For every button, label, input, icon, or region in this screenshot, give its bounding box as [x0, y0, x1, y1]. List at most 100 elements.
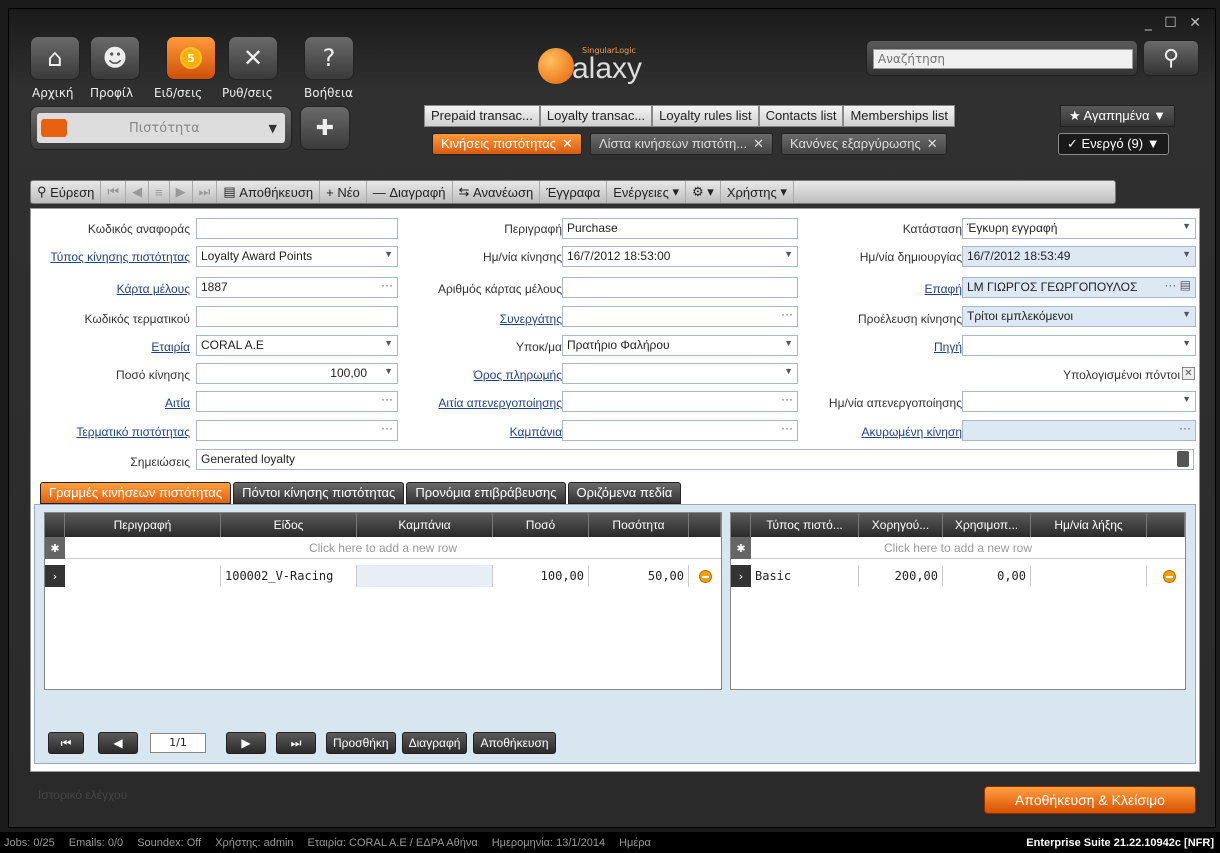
cell-campaign[interactable] [357, 565, 493, 587]
chevron-down-icon[interactable]: ▼ [784, 249, 793, 259]
chevron-down-icon[interactable]: ▼ [384, 366, 393, 376]
plugins-button[interactable]: ✚ [300, 106, 350, 150]
source-label[interactable]: Πηγή [934, 340, 962, 354]
last-record-button[interactable]: ⏭ [193, 181, 218, 203]
deactivation-reason-label[interactable]: Αιτία απενεργοποίησης [438, 396, 562, 410]
reason-label[interactable]: Αιτία [165, 396, 190, 410]
nav-label-settings[interactable]: Ρυθ/σεις [222, 86, 273, 100]
ellipsis-icon[interactable]: ··· [381, 392, 393, 406]
chevron-down-icon[interactable]: ▼ [384, 338, 393, 348]
remove-row-icon[interactable] [699, 570, 712, 583]
card-number-field[interactable] [562, 277, 798, 298]
cell-used[interactable]: 0,00 [943, 565, 1031, 587]
actions-menu[interactable]: Ενέργειες ▾ [607, 181, 687, 203]
tab-loyalty-trans[interactable]: Loyalty transac... [539, 105, 653, 127]
nav-label-home[interactable]: Αρχική [32, 86, 74, 100]
cell-point-type[interactable]: Basic [751, 565, 859, 587]
cell-description[interactable] [65, 565, 221, 587]
col-description[interactable]: Περιγραφή [65, 513, 221, 537]
save-rows-button[interactable]: Αποθήκευση [473, 732, 556, 754]
search-button[interactable]: ⚲ [1143, 40, 1199, 76]
prev-page-button[interactable]: ◀ [98, 732, 138, 754]
ellipsis-icon[interactable]: ··· [381, 278, 393, 292]
chevron-down-icon[interactable]: ▼ [1182, 309, 1191, 319]
contact-card-icon[interactable]: ··· ▤ [1164, 278, 1191, 292]
chevron-down-icon[interactable]: ▼ [1182, 221, 1191, 231]
nav-label-profile[interactable]: Προφίλ [90, 86, 133, 100]
card-field[interactable]: 1887 ··· [196, 277, 398, 298]
tab-rules[interactable]: Loyalty rules list [652, 105, 759, 127]
last-page-button[interactable]: ⏭ [276, 732, 316, 754]
chevron-down-icon[interactable]: ▼ [1182, 394, 1191, 404]
col-amount[interactable]: Ποσό [493, 513, 589, 537]
favorites-menu[interactable]: ★ Αγαπημένα ▼ [1060, 105, 1175, 127]
origin-field[interactable]: Τρίτοι εμπλεκόμενοι ▼ [962, 306, 1196, 327]
cancelled-label[interactable]: Ακυρωμένη κίνηση [862, 425, 962, 439]
branch-field[interactable]: Πρατήριο Φαλήρου ▼ [562, 335, 798, 356]
row-selector[interactable]: › [731, 565, 751, 587]
status-field[interactable]: Έγκυρη εγγραφή ▼ [962, 218, 1196, 239]
row-selector[interactable]: › [45, 565, 65, 587]
desc-field[interactable]: Purchase [562, 218, 798, 239]
cell-item[interactable]: 100002_V-Racing [221, 565, 357, 587]
documents-button[interactable]: Έγγραφα [540, 181, 608, 203]
add-row-button[interactable]: Προσθήκη [326, 732, 396, 754]
type-label[interactable]: Τύπος κίνησης πιστότητας [50, 250, 190, 264]
payment-term-label[interactable]: Όρος πληρωμής [474, 368, 562, 382]
col-quantity[interactable]: Ποσότητα [589, 513, 689, 537]
calculated-points-checkbox[interactable]: ✕ [1182, 367, 1195, 380]
chevron-down-icon[interactable]: ▼ [784, 338, 793, 348]
home-button[interactable]: ⌂ [30, 36, 80, 80]
ellipsis-icon[interactable]: ··· [781, 307, 793, 321]
cell-quantity[interactable]: 50,00 [589, 565, 689, 587]
company-label[interactable]: Εταιρία [151, 340, 190, 354]
ref-code-field[interactable] [196, 218, 398, 239]
close-icon[interactable]: ✕ [927, 136, 938, 151]
delete-row-button[interactable]: Διαγραφή [401, 732, 468, 754]
close-icon[interactable]: ✕ [753, 136, 764, 151]
col-expiry[interactable]: Ημ/νία λήξης [1031, 513, 1147, 537]
campaign-label[interactable]: Καμπάνια [510, 425, 562, 439]
chevron-down-icon[interactable]: ▼ [384, 249, 393, 259]
doc-tab-rules[interactable]: Κανόνες εξαργύρωσης ✕ [781, 133, 947, 155]
page-indicator[interactable]: 1/1 [150, 733, 206, 753]
first-page-button[interactable]: ⏮ [48, 732, 84, 754]
settings-button[interactable]: ✕ [228, 36, 278, 80]
delete-button[interactable]: — Διαγραφή [367, 181, 453, 203]
chevron-down-icon[interactable]: ▼ [1182, 338, 1191, 348]
tab-custom-fields[interactable]: Οριζόμενα πεδία [567, 482, 682, 504]
gear-menu[interactable]: ⚙ ▾ [686, 181, 721, 203]
partner-label[interactable]: Συνεργάτης [500, 312, 562, 326]
col-granted[interactable]: Χορηγού... [859, 513, 943, 537]
audit-history-link[interactable]: Ιστορικό ελέγχου [38, 788, 127, 802]
card-label[interactable]: Κάρτα μέλους [117, 282, 190, 296]
tab-contacts[interactable]: Contacts list [758, 105, 844, 127]
contact-label[interactable]: Επαφή [924, 282, 962, 296]
search-input[interactable] [873, 49, 1133, 69]
col-campaign[interactable]: Καμπάνια [357, 513, 493, 537]
new-button[interactable]: + Νέο [320, 181, 367, 203]
save-button[interactable]: ▤ Αποθήκευση [217, 181, 321, 203]
source-field[interactable]: ▼ [962, 335, 1196, 356]
active-windows-menu[interactable]: ✓ Ενεργό (9) ▼ [1058, 133, 1169, 155]
remove-row-icon[interactable] [1163, 570, 1176, 583]
type-field[interactable]: Loyalty Award Points ▼ [196, 246, 398, 267]
scroll-handle[interactable] [1177, 451, 1189, 467]
loyalty-terminal-field[interactable]: ··· [196, 420, 398, 441]
refresh-button[interactable]: ⇆ Ανανέωση [453, 181, 541, 203]
add-new-row[interactable]: Click here to add a new row [45, 537, 721, 559]
chevron-down-icon[interactable]: ▼ [784, 366, 793, 376]
doc-tab-list[interactable]: Λίστα κινήσεων πιστότη... ✕ [589, 133, 773, 155]
find-button[interactable]: ⚲ Εύρεση [31, 181, 102, 203]
nav-label-help[interactable]: Βοήθεια [304, 86, 353, 100]
cell-granted[interactable]: 200,00 [859, 565, 943, 587]
notifications-button[interactable]: 5 [166, 36, 216, 80]
date-field[interactable]: 16/7/2012 18:53:00 ▼ [562, 246, 798, 267]
first-record-button[interactable]: ⏮ [101, 181, 127, 203]
close-icon[interactable]: ✕ [562, 136, 573, 151]
tab-points[interactable]: Πόντοι κίνησης πιστότητας [233, 482, 405, 504]
tab-rewards[interactable]: Προνόμια επιβράβευσης [406, 482, 566, 504]
cell-expiry[interactable] [1031, 565, 1147, 587]
nav-label-notifications[interactable]: Ειδ/σεις [154, 86, 202, 100]
help-button[interactable]: ? [304, 36, 354, 80]
